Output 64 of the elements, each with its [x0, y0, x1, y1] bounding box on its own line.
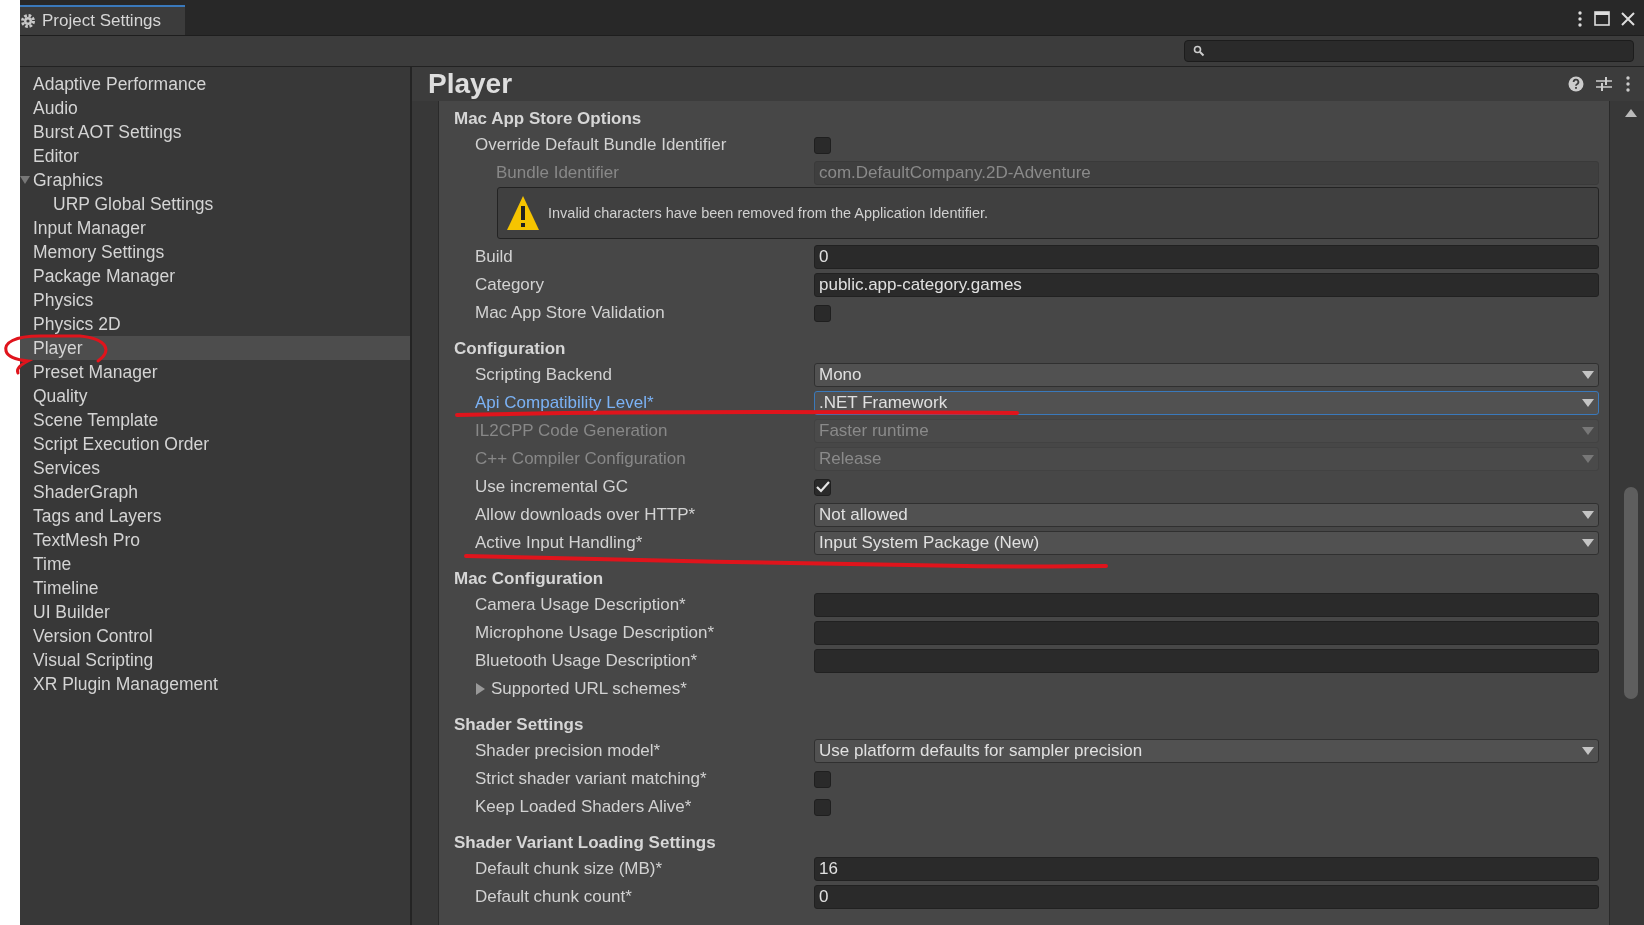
- sidebar-item[interactable]: Player: [20, 336, 410, 360]
- dropdown[interactable]: Mono: [814, 363, 1599, 387]
- warning-text: Invalid characters have been removed from the Application Identifier.: [548, 205, 989, 221]
- field-label: IL2CPP Code Generation: [475, 421, 668, 441]
- sidebar-item[interactable]: Editor: [20, 144, 410, 168]
- sidebar-item[interactable]: Script Execution Order: [20, 432, 410, 456]
- sidebar-item[interactable]: Memory Settings: [20, 240, 410, 264]
- field-label: Default chunk count*: [475, 887, 632, 907]
- foldout[interactable]: Supported URL schemes*: [453, 679, 814, 699]
- field-label: Microphone Usage Description*: [475, 623, 715, 643]
- sidebar-item[interactable]: Package Manager: [20, 264, 410, 288]
- field-label: Use incremental GC: [475, 477, 629, 497]
- sidebar-item[interactable]: URP Global Settings: [20, 192, 410, 216]
- sidebar-item[interactable]: Preset Manager: [20, 360, 410, 384]
- sidebar-item[interactable]: TextMesh Pro: [20, 528, 410, 552]
- sidebar-item[interactable]: Burst AOT Settings: [20, 120, 410, 144]
- field-label: Active Input Handling*: [475, 533, 643, 553]
- section-header: Mac App Store Options: [453, 109, 642, 129]
- text-field[interactable]: public.app-category.games: [814, 273, 1599, 297]
- sidebar-item[interactable]: XR Plugin Management: [20, 672, 410, 696]
- sidebar-item[interactable]: Timeline: [20, 576, 410, 600]
- sidebar-item[interactable]: UI Builder: [20, 600, 410, 624]
- field-label: Bluetooth Usage Description*: [475, 651, 698, 671]
- field-label: Category: [475, 275, 544, 295]
- field-label: Strict shader variant matching*: [475, 769, 707, 789]
- sidebar-item[interactable]: Services: [20, 456, 410, 480]
- sidebar-item[interactable]: Tags and Layers: [20, 504, 410, 528]
- sidebar-item[interactable]: Graphics: [20, 168, 410, 192]
- text-field[interactable]: 16: [814, 857, 1599, 881]
- dropdown[interactable]: Use platform defaults for sampler precision: [814, 739, 1599, 763]
- window-tab[interactable]: Project Settings: [20, 5, 186, 35]
- sidebar-item[interactable]: Adaptive Performance: [20, 72, 410, 96]
- section-header: Shader Settings: [453, 715, 584, 735]
- sidebar-item[interactable]: Input Manager: [20, 216, 410, 240]
- sidebar-item[interactable]: ShaderGraph: [20, 480, 410, 504]
- dropdown[interactable]: .NET Framework: [814, 391, 1599, 415]
- dropdown[interactable]: Not allowed: [814, 503, 1599, 527]
- sidebar-item[interactable]: Time: [20, 552, 410, 576]
- sidebar-item[interactable]: Visual Scripting: [20, 648, 410, 672]
- field-label: Camera Usage Description*: [475, 595, 686, 615]
- sidebar-item[interactable]: Quality: [20, 384, 410, 408]
- field-label: Bundle Identifier: [496, 163, 619, 183]
- field-label: Build: [475, 247, 513, 267]
- sidebar-item[interactable]: Physics 2D: [20, 312, 410, 336]
- text-field[interactable]: 0: [814, 245, 1599, 269]
- field-label: Default chunk size (MB)*: [475, 859, 663, 879]
- page-title: Player: [428, 68, 513, 100]
- field-label: Keep Loaded Shaders Alive*: [475, 797, 692, 817]
- section-header: Shader Variant Loading Settings: [453, 833, 716, 853]
- field-label: Scripting Backend: [475, 365, 613, 385]
- field-label: Mac App Store Validation: [475, 303, 665, 323]
- sidebar-item[interactable]: Scene Template: [20, 408, 410, 432]
- sidebar-item[interactable]: Audio: [20, 96, 410, 120]
- dropdown[interactable]: Input System Package (New): [814, 531, 1599, 555]
- sidebar-item[interactable]: Version Control: [20, 624, 410, 648]
- sidebar-item[interactable]: Physics: [20, 288, 410, 312]
- field-label: Allow downloads over HTTP*: [475, 505, 696, 525]
- field-label: Override Default Bundle Identifier: [475, 135, 727, 155]
- field-label: Api Compatibility Level*: [475, 393, 654, 413]
- section-header: Configuration: [453, 339, 566, 359]
- section-header: Mac Configuration: [453, 569, 604, 589]
- text-field[interactable]: 0: [814, 885, 1599, 909]
- field-label: Shader precision model*: [475, 741, 661, 761]
- field-label: C++ Compiler Configuration: [475, 449, 686, 469]
